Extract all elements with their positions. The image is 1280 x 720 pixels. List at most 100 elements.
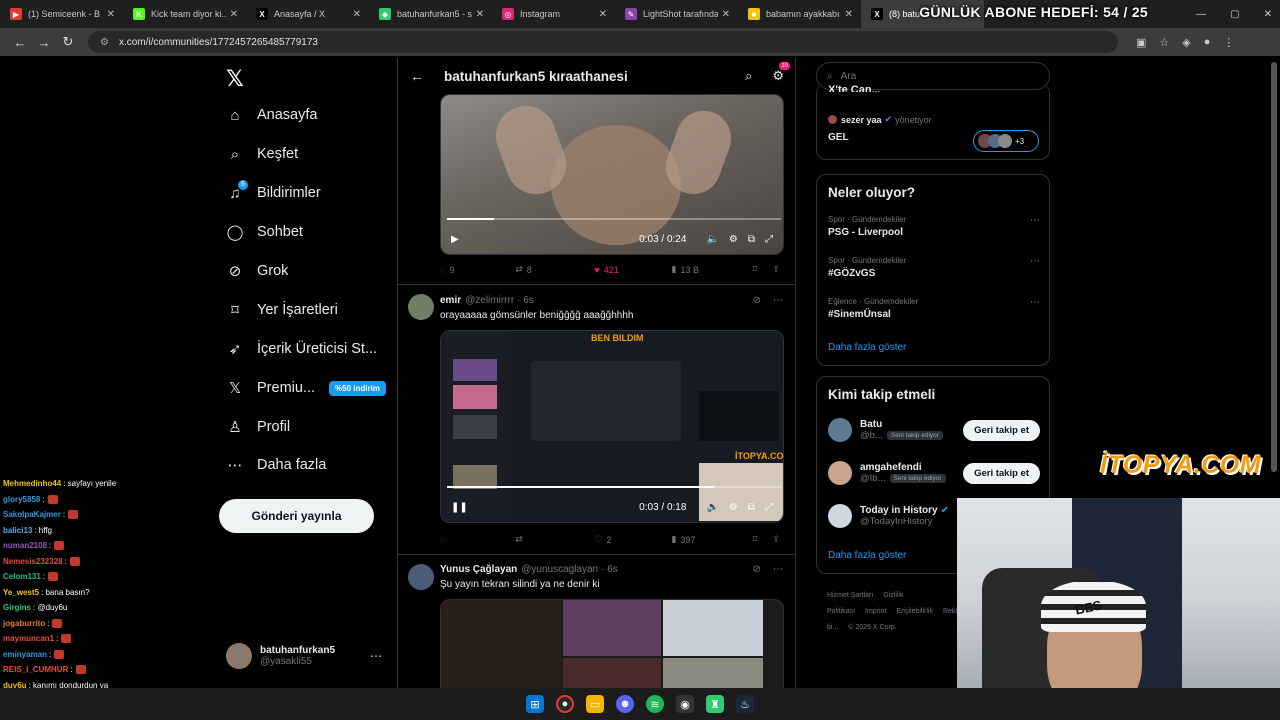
footer-link[interactable]: Hizmet Şartları xyxy=(827,592,873,599)
close-icon[interactable]: ✕ xyxy=(722,9,730,20)
volume-icon[interactable]: 🔈 xyxy=(706,502,718,513)
author-name[interactable]: Yunus Çağlayan xyxy=(440,564,517,575)
back-icon[interactable]: ← xyxy=(8,35,32,50)
fullscreen-icon[interactable]: ⤢ xyxy=(765,234,773,245)
views-button[interactable]: ▮ 397 xyxy=(672,534,753,545)
footer-link[interactable]: Erişilebilirlik xyxy=(896,608,933,615)
tweet-video[interactable]: BEN BILDIM İTOPYA.COM ❚❚ 0:03 / 0:18 🔈 ⚙… xyxy=(440,330,784,523)
post-button[interactable]: Gönderi yayınla xyxy=(219,499,374,533)
obs-icon[interactable]: ◉ xyxy=(676,695,694,713)
follow-suggestion[interactable]: Batu @b... Seni takip ediyor Geri takip et xyxy=(828,414,1040,446)
close-icon[interactable]: ✕ xyxy=(353,9,361,20)
browser-tab[interactable]: ■ babamın ayakkabı ış ✕ xyxy=(738,0,861,28)
reload-icon[interactable]: ↻ xyxy=(56,34,80,50)
minimize-icon[interactable]: — xyxy=(1196,9,1206,20)
trend-item[interactable]: Spor · Gündemdekiler PSG - Liverpool ⋯ xyxy=(828,215,1040,238)
reply-button[interactable]: ◌ 9 xyxy=(440,264,515,275)
pause-icon[interactable]: ❚❚ xyxy=(451,502,468,513)
browser-tab[interactable]: ◆ batuhanfurkan5 - say ✕ xyxy=(369,0,492,28)
discord-icon[interactable]: ☻ xyxy=(616,695,634,713)
install-icon[interactable]: ▣ xyxy=(1136,36,1146,49)
tweet-image[interactable] xyxy=(440,599,784,688)
menu-icon[interactable]: ⋮ xyxy=(1223,36,1234,49)
volume-icon[interactable]: 🔈 xyxy=(706,234,718,245)
search-icon[interactable]: ⌕ xyxy=(745,68,752,84)
card-user[interactable]: sezer yaa xyxy=(841,115,882,125)
settings-icon[interactable]: ⚙ xyxy=(772,68,784,84)
app-icon[interactable]: ♜ xyxy=(706,695,724,713)
fullscreen-icon[interactable]: ⤢ xyxy=(765,502,773,513)
grok-icon[interactable]: ⊘ xyxy=(753,564,761,575)
spotify-icon[interactable]: ≋ xyxy=(646,695,664,713)
play-icon[interactable]: ▶ xyxy=(451,234,459,245)
nav-item[interactable]: ♫ 6 Bildirimler xyxy=(226,179,321,207)
video-progress[interactable] xyxy=(447,218,781,220)
browser-tab[interactable]: ◎ Instagram ✕ xyxy=(492,0,615,28)
pip-icon[interactable]: ⧉ xyxy=(748,502,755,513)
members-facepile[interactable]: +3 xyxy=(973,130,1039,152)
nav-item[interactable]: ⊘ Grok xyxy=(226,257,289,285)
x-logo-icon[interactable]: 𝕏 xyxy=(226,66,244,92)
nav-item[interactable]: ⋯ Daha fazla xyxy=(226,451,327,479)
more-icon[interactable]: ⋯ xyxy=(370,649,382,663)
footer-link[interactable]: © 2025 X Corp. xyxy=(848,624,896,631)
grok-icon[interactable]: ⊘ xyxy=(753,295,761,306)
trend-item[interactable]: Eğlence · Gündemdekiler #SinemÜnsal ⋯ xyxy=(828,297,1040,320)
bookmark-icon[interactable]: ⌑ xyxy=(753,264,773,275)
browser-tab[interactable]: ✎ LightShot tarafından ✕ xyxy=(615,0,738,28)
avatar[interactable] xyxy=(408,564,434,590)
reply-button[interactable]: ◌ xyxy=(440,534,515,545)
start-icon[interactable]: ⊞ xyxy=(526,695,544,713)
nav-item[interactable]: ⌕ Keşfet xyxy=(226,140,298,168)
pip-icon[interactable]: ⧉ xyxy=(748,234,755,245)
footer-link[interactable]: Imprint xyxy=(865,608,886,615)
nav-item[interactable]: ➶ İçerik Üreticisi St... xyxy=(226,335,377,363)
nav-item[interactable]: ♙ Profil xyxy=(226,413,290,441)
like-button[interactable]: ♡ 2 xyxy=(594,534,671,545)
close-window-icon[interactable]: ✕ xyxy=(1264,9,1272,20)
nav-item[interactable]: ⌑ Yer İşaretleri xyxy=(226,296,338,324)
browser-tab[interactable]: K Kick team diyor ki... ✕ xyxy=(123,0,246,28)
browser-tab[interactable]: ▶ (1) Semiceenk - B ✕ xyxy=(0,0,123,28)
site-info-icon[interactable]: ⚙ xyxy=(100,37,109,48)
steam-icon[interactable]: ♨ xyxy=(736,695,754,713)
close-icon[interactable]: ✕ xyxy=(599,9,607,20)
forward-icon[interactable]: → xyxy=(32,35,56,50)
video-progress[interactable] xyxy=(447,486,781,488)
tweet-video[interactable]: ▶ 0:03 / 0:24 🔈 ⚙ ⧉ ⤢ xyxy=(440,94,784,255)
author-handle[interactable]: @yunuscaglayan xyxy=(521,564,598,575)
back-arrow-icon[interactable]: ← xyxy=(410,68,424,84)
nav-item[interactable]: ⌂ Anasayfa xyxy=(226,101,317,129)
bookmark-star-icon[interactable]: ☆ xyxy=(1159,36,1169,49)
nav-item[interactable]: 𝕏 Premiu... %50 indirim xyxy=(226,374,386,402)
repost-button[interactable]: ⇄ 8 xyxy=(515,264,594,275)
account-switcher[interactable]: batuhanfurkan5 @yasakli55 ⋯ xyxy=(226,643,382,669)
follow-suggestion[interactable]: amgahefendi @Ib... Seni takip ediyor Geri t… xyxy=(828,457,1040,489)
profile-avatar-icon[interactable]: ● xyxy=(1204,36,1211,49)
maximize-icon[interactable]: ▢ xyxy=(1230,9,1239,20)
close-icon[interactable]: ✕ xyxy=(476,9,484,20)
browser-tab[interactable]: X Anasayfa / X ✕ xyxy=(246,0,369,28)
author-name[interactable]: emir xyxy=(440,295,461,306)
extension-icon[interactable]: ◈ xyxy=(1182,36,1190,49)
more-icon[interactable]: ⋯ xyxy=(773,564,783,575)
trend-item[interactable]: Spor · Gündemdekiler #GÖZvGS ⋯ xyxy=(828,256,1040,279)
show-more-link[interactable]: Daha fazla göster xyxy=(828,342,906,353)
folder-icon[interactable]: ▭ xyxy=(586,695,604,713)
more-icon[interactable]: ⋯ xyxy=(1030,297,1040,308)
settings-icon[interactable]: ⚙ xyxy=(729,502,738,513)
views-button[interactable]: ▮ 13 B xyxy=(672,264,753,275)
follow-back-button[interactable]: Geri takip et xyxy=(963,462,1040,484)
share-icon[interactable]: ⇪ xyxy=(772,534,780,545)
nav-item[interactable]: ◯ Sohbet xyxy=(226,218,303,246)
avatar[interactable] xyxy=(828,418,852,442)
close-icon[interactable]: ✕ xyxy=(845,9,853,20)
more-icon[interactable]: ⋯ xyxy=(1030,256,1040,267)
avatar[interactable] xyxy=(828,504,852,528)
avatar[interactable] xyxy=(408,294,434,320)
chrome-icon[interactable]: ● xyxy=(556,695,574,713)
settings-icon[interactable]: ⚙ xyxy=(729,234,738,245)
author-handle[interactable]: @zelimirrrr xyxy=(465,295,514,306)
close-icon[interactable]: ✕ xyxy=(107,9,115,20)
share-icon[interactable]: ⇪ xyxy=(772,264,780,275)
